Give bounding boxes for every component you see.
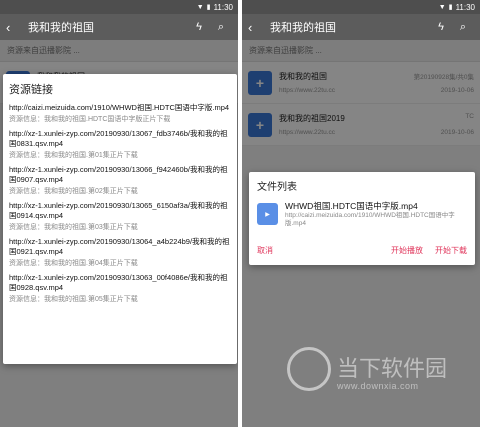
page-title: 我和我的祖国: [270, 22, 336, 34]
file-row[interactable]: ▶ WHWD祖国.HDTC国语中字版.mp4 http://caizi.meiz…: [257, 201, 467, 228]
flash-icon[interactable]: ϟ: [430, 21, 452, 33]
dialog-actions: 取消 开始播放 开始下载: [257, 245, 467, 256]
resource-entry[interactable]: http://xz-1.xunlei-zyp.com/20190930/1306…: [9, 201, 231, 232]
resource-link[interactable]: http://xz-1.xunlei-zyp.com/20190930/1306…: [9, 273, 231, 293]
resource-link[interactable]: http://caizi.meizuida.com/1910/WHWD祖国.HD…: [9, 103, 231, 113]
left-screen: ▼ ▮ 11:30 ‹ 我和我的祖国 ϟ ⌕ 资源来自迅播影院 ... + 我和…: [0, 0, 238, 427]
status-time: 11:30: [455, 2, 475, 12]
file-name: WHWD祖国.HDTC国语中字版.mp4: [285, 201, 418, 211]
wifi-icon: ▼: [196, 3, 204, 11]
dialog-title: 资源链接: [9, 84, 53, 96]
search-icon[interactable]: ⌕: [452, 21, 474, 34]
resource-entry[interactable]: http://xz-1.xunlei-zyp.com/20190930/1306…: [9, 237, 231, 268]
right-screen: ▼ ▮ 11:30 ‹ 我和我的祖国 ϟ ⌕ 资源来自迅播影院 ... + 我和…: [242, 0, 480, 427]
resource-info: 资源信息：我和我的祖国.第02集正片下载: [9, 188, 138, 195]
resource-info: 资源信息：我和我的祖国.第05集正片下载: [9, 296, 138, 303]
resource-link[interactable]: http://xz-1.xunlei-zyp.com/20190930/1306…: [9, 129, 231, 149]
resource-info: 资源信息：我和我的祖国.第04集正片下载: [9, 260, 138, 267]
wifi-icon: ▼: [438, 3, 446, 11]
battery-icon: ▮: [206, 4, 211, 11]
back-arrow-icon[interactable]: ‹: [6, 20, 22, 35]
toolbar: ‹ 我和我的祖国 ϟ ⌕: [0, 14, 238, 40]
start-play-button[interactable]: 开始播放: [391, 245, 423, 256]
flash-icon[interactable]: ϟ: [188, 21, 210, 33]
battery-icon: ▮: [448, 4, 453, 11]
resource-info: 资源信息：我和我的祖国.第03集正片下载: [9, 224, 138, 231]
file-list-dialog: 文件列表 ▶ WHWD祖国.HDTC国语中字版.mp4 http://caizi…: [249, 172, 475, 265]
resource-entry[interactable]: http://xz-1.xunlei-zyp.com/20190930/1306…: [9, 165, 231, 196]
resource-link[interactable]: http://xz-1.xunlei-zyp.com/20190930/1306…: [9, 237, 231, 257]
resource-entry[interactable]: http://xz-1.xunlei-zyp.com/20190930/1306…: [9, 129, 231, 160]
back-arrow-icon[interactable]: ‹: [248, 20, 264, 35]
resource-entry[interactable]: http://xz-1.xunlei-zyp.com/20190930/1306…: [9, 273, 231, 304]
start-download-button[interactable]: 开始下载: [435, 245, 467, 256]
dialog-title: 文件列表: [257, 182, 297, 193]
search-icon[interactable]: ⌕: [210, 21, 232, 34]
resource-info: 资源信息：我和我的祖国.第01集正片下载: [9, 152, 138, 159]
resource-link[interactable]: http://xz-1.xunlei-zyp.com/20190930/1306…: [9, 165, 231, 185]
status-bar: ▼ ▮ 11:30: [242, 0, 480, 14]
video-file-icon: ▶: [257, 203, 278, 225]
resource-links-dialog: 资源链接 http://caizi.meizuida.com/1910/WHWD…: [3, 74, 237, 364]
resource-info: 资源信息：我和我的祖国.HDTC国语中字版正片下载: [9, 116, 171, 123]
toolbar: ‹ 我和我的祖国 ϟ ⌕: [242, 14, 480, 40]
resource-entry[interactable]: http://caizi.meizuida.com/1910/WHWD祖国.HD…: [9, 103, 231, 124]
page-title: 我和我的祖国: [28, 22, 94, 34]
status-bar: ▼ ▮ 11:30: [0, 0, 238, 14]
resource-link[interactable]: http://xz-1.xunlei-zyp.com/20190930/1306…: [9, 201, 231, 221]
status-time: 11:30: [213, 2, 233, 12]
file-url: http://caizi.meizuida.com/1910/WHWD祖国.HD…: [285, 212, 455, 227]
cancel-button[interactable]: 取消: [257, 245, 391, 256]
